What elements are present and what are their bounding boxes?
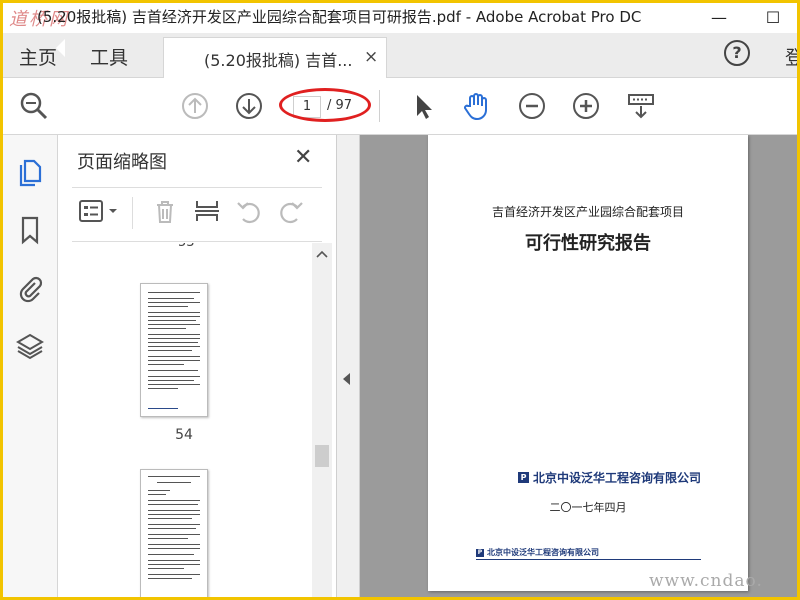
layers-icon[interactable] (15, 331, 45, 361)
document-view[interactable]: 吉首经济开发区产业园综合配套项目 可行性研究报告 P 北京中设泛华工程咨询有限公… (360, 135, 797, 597)
scroll-thumb[interactable] (315, 445, 329, 467)
panel-close-icon[interactable]: ✕ (294, 145, 312, 170)
panel-splitter[interactable] (337, 135, 360, 597)
collapse-arrow-icon[interactable] (343, 373, 350, 385)
page-thumbnail[interactable] (140, 283, 208, 417)
window-title: (5.20报批稿) 吉首经济开发区产业园综合配套项目可研报告.pdf - Ado… (37, 8, 642, 26)
maximize-icon: ☐ (765, 7, 781, 27)
company-logo-icon: P (476, 548, 484, 557)
page-up-icon[interactable] (179, 90, 211, 122)
tab-document[interactable]: (5.20报批稿) 吉首... × (163, 37, 387, 78)
page-footer: P 北京中设泛华工程咨询有限公司 (476, 548, 599, 557)
zoom-out-icon[interactable] (516, 90, 548, 122)
maximize-button[interactable]: ☐ (751, 3, 795, 31)
company-name: P 北京中设泛华工程咨询有限公司 (518, 469, 701, 486)
rail-pointer (56, 39, 65, 57)
panel-divider (72, 241, 322, 242)
document-subtitle: 吉首经济开发区产业园综合配套项目 (491, 205, 684, 219)
marquee-zoom-icon[interactable] (625, 90, 657, 122)
attachment-icon[interactable] (15, 273, 45, 303)
delete-page-icon[interactable] (151, 197, 179, 225)
thumbnail-options-icon[interactable] (78, 197, 117, 225)
insert-page-icon[interactable] (193, 197, 221, 225)
thumbnail-label: 53 (178, 243, 195, 250)
page-thumbnails-panel: 页面缩略图 ✕ 53 (58, 135, 337, 597)
page-thumbnail[interactable] (140, 469, 208, 597)
rotate-right-icon[interactable] (277, 197, 305, 225)
zoom-search-icon[interactable] (18, 90, 50, 122)
site-watermark: www.cndao. (649, 571, 763, 591)
main-toolbar: 1 / 97 (3, 78, 797, 135)
panel-toolbar-divider (132, 197, 133, 229)
scroll-up-icon[interactable] (316, 249, 328, 259)
page-thumbnails-icon[interactable] (15, 157, 45, 187)
document-date: 二〇一七年四月 (549, 501, 627, 514)
help-icon[interactable]: ? (724, 40, 750, 66)
rotate-left-icon[interactable] (235, 197, 263, 225)
document-page: 吉首经济开发区产业园综合配套项目 可行性研究报告 P 北京中设泛华工程咨询有限公… (428, 135, 748, 591)
page-down-icon[interactable] (233, 90, 265, 122)
menu-tools[interactable]: 工具 (90, 43, 128, 70)
minimize-button[interactable]: — (697, 3, 741, 31)
menu-home[interactable]: 主页 (19, 43, 57, 70)
panel-title: 页面缩略图 (77, 152, 167, 173)
toolbar-divider (379, 90, 380, 122)
panel-divider (72, 187, 322, 188)
zoom-in-icon[interactable] (570, 90, 602, 122)
title-bar: 道桥网 (5.20报批稿) 吉首经济开发区产业园综合配套项目可研报告.pdf -… (3, 3, 797, 33)
login-button[interactable]: 登 (785, 43, 797, 70)
thumbnail-list: 53 (58, 243, 310, 597)
tab-row: 主页 工具 (5.20报批稿) 吉首... × ? 登 (3, 33, 797, 78)
tab-document-label: (5.20报批稿) 吉首... (204, 51, 353, 70)
navigation-rail (3, 135, 58, 597)
footer-rule (476, 559, 701, 560)
hand-tool-icon[interactable] (461, 90, 493, 122)
company-logo-icon: P (518, 472, 529, 483)
thumbnail-label: 54 (175, 427, 193, 443)
select-arrow-icon[interactable] (407, 90, 439, 122)
app-window: 道桥网 (5.20报批稿) 吉首经济开发区产业园综合配套项目可研报告.pdf -… (3, 3, 797, 597)
thumbnail-scrollbar[interactable] (312, 243, 332, 597)
minimize-icon: — (711, 7, 727, 27)
tab-close-icon[interactable]: × (364, 47, 378, 67)
bookmark-icon[interactable] (15, 215, 45, 245)
red-highlight-oval (279, 88, 371, 122)
document-title: 可行性研究报告 (525, 233, 651, 254)
